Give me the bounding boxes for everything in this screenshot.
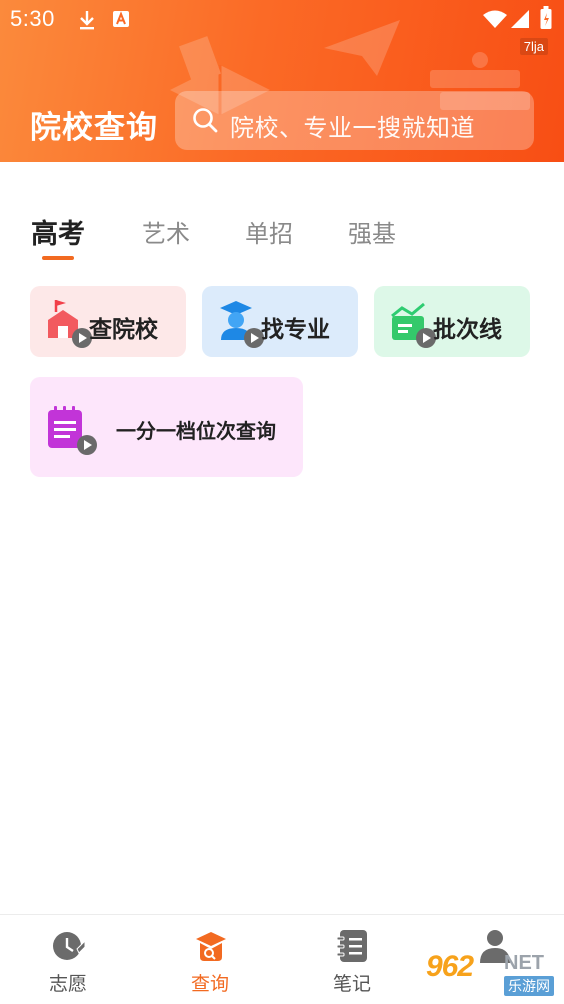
query-icon — [196, 932, 226, 961]
score-rank-card[interactable]: 一分一档位次查询 — [30, 377, 303, 477]
page-title: 院校查询 — [30, 110, 158, 146]
battery-icon — [540, 6, 552, 29]
find-school-label: 查院校 — [89, 317, 158, 343]
search-input[interactable]: 院校、专业一搜就知道 — [175, 91, 534, 150]
tab-strong-base[interactable]: 强基 — [348, 214, 396, 249]
tab-art[interactable]: 艺术 — [142, 214, 190, 249]
nav-notes[interactable]: 笔记 — [302, 915, 402, 1004]
chart-line-icon — [391, 302, 436, 348]
batch-line-card[interactable]: 批次线 — [374, 286, 530, 357]
tab-gaokao[interactable]: 高考 — [31, 212, 85, 251]
nav-query[interactable]: 查询 — [160, 915, 260, 1004]
signal-icon — [511, 10, 529, 28]
tab-active-indicator — [42, 256, 74, 260]
wifi-icon — [483, 10, 507, 28]
download-icon — [80, 11, 94, 30]
app-a-icon — [113, 11, 129, 27]
status-time: 5:30 — [10, 6, 55, 31]
nav-query-label: 查询 — [190, 973, 229, 995]
search-icon — [193, 108, 218, 133]
watermark-suffix: NET — [504, 952, 544, 974]
nav-volunteer-label: 志愿 — [48, 973, 87, 995]
batch-line-label: 批次线 — [433, 317, 502, 343]
school-icon — [48, 300, 92, 348]
site-watermark: 962 NET 乐游网 — [424, 950, 560, 998]
header: 5:30 7lja 院校查询 院校、专业一搜就知道 — [0, 0, 564, 162]
search-placeholder: 院校、专业一搜就知道 — [230, 114, 475, 142]
watermark-name: 乐游网 — [504, 976, 554, 996]
tab-single-admission[interactable]: 单招 — [245, 214, 293, 249]
notepad-icon — [48, 406, 97, 455]
watermark-number: 962 — [426, 950, 474, 983]
category-tabs: 高考 艺术 单招 强基 — [0, 214, 564, 264]
find-major-card[interactable]: 找专业 — [202, 286, 358, 357]
volunteer-icon — [53, 932, 86, 960]
find-school-card[interactable]: 查院校 — [30, 286, 186, 357]
graduate-icon — [220, 301, 264, 348]
nav-notes-label: 笔记 — [332, 973, 371, 995]
status-bar: 5:30 — [0, 0, 564, 40]
score-rank-label: 一分一档位次查询 — [116, 419, 276, 443]
status-tag: 7lja — [519, 38, 548, 55]
notebook-icon — [336, 930, 367, 962]
find-major-label: 找专业 — [261, 317, 330, 343]
nav-volunteer[interactable]: 志愿 — [18, 915, 118, 1004]
